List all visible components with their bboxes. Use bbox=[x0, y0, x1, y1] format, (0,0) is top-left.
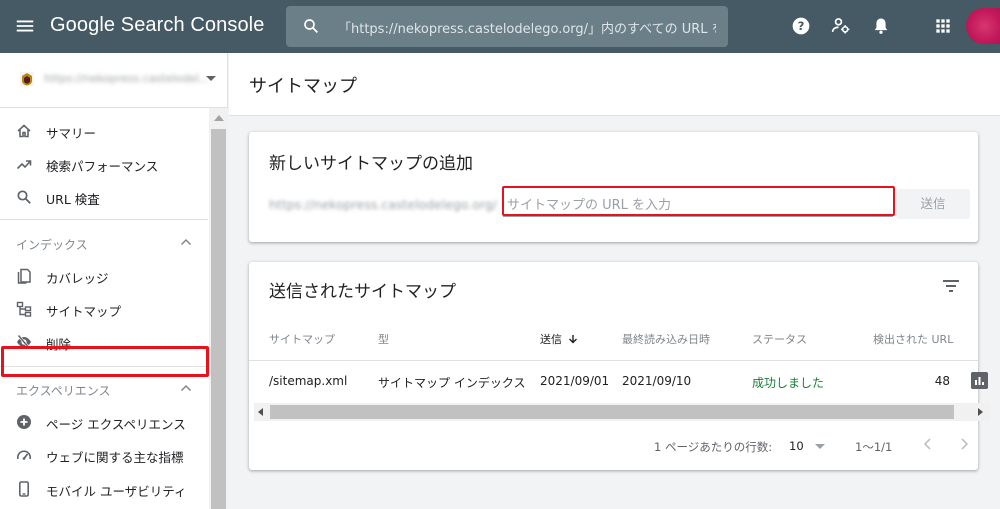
page-title: サイトマップ bbox=[249, 76, 357, 97]
home-icon bbox=[17, 124, 31, 138]
sidebar-item-label: カバレッジ bbox=[46, 271, 109, 286]
sidebar-item-mobile-usability[interactable]: モバイル ユーザビリティ bbox=[0, 473, 208, 505]
submitted-sitemaps-title: 送信されたサイトマップ bbox=[269, 282, 456, 302]
divider bbox=[0, 219, 208, 220]
submit-button[interactable]: 送信 bbox=[896, 189, 970, 219]
chevron-down-icon[interactable] bbox=[815, 444, 825, 449]
property-url: https://nekopress.castelodel... bbox=[44, 72, 210, 85]
scroll-up-arrow-icon[interactable] bbox=[214, 115, 224, 121]
apps-icon[interactable] bbox=[933, 16, 953, 36]
sidebar-item-label: サマリー bbox=[46, 126, 97, 141]
scroll-left-arrow-icon[interactable] bbox=[258, 408, 263, 416]
copy-icon bbox=[17, 268, 31, 284]
site-favicon-icon bbox=[20, 72, 34, 86]
search-icon[interactable] bbox=[302, 17, 320, 35]
sidebar-item-label: サイトマップ bbox=[46, 304, 122, 319]
page-header: サイトマップ bbox=[229, 53, 1000, 116]
user-settings-icon[interactable] bbox=[831, 16, 851, 36]
help-icon[interactable]: ? bbox=[791, 16, 811, 36]
sitemaps-highlight bbox=[1, 346, 209, 377]
sidebar-item-label: モバイル ユーザビリティ bbox=[46, 484, 187, 499]
sidebar-item-coverage[interactable]: カバレッジ bbox=[0, 260, 208, 292]
column-header-last-read[interactable]: 最終読み込み日時 bbox=[622, 331, 710, 347]
sitemap-url-input[interactable] bbox=[502, 186, 895, 216]
arrow-down-icon bbox=[569, 335, 577, 344]
property-selector[interactable]: https://nekopress.castelodel... bbox=[0, 53, 228, 108]
bar-chart-icon[interactable] bbox=[971, 372, 988, 389]
column-header-submitted[interactable]: 送信 bbox=[540, 331, 578, 347]
rows-per-page-select[interactable]: 10 bbox=[789, 439, 804, 453]
svg-text:?: ? bbox=[798, 19, 805, 33]
chevron-up-icon[interactable] bbox=[180, 238, 192, 246]
section-experience[interactable]: エクスペリエンス bbox=[0, 374, 208, 404]
sidebar-item-label: 検索パフォーマンス bbox=[46, 159, 159, 174]
search-input[interactable]: 「https://nekopress.castelodelego.org/」内の… bbox=[338, 18, 716, 37]
section-index[interactable]: インデックス bbox=[0, 228, 208, 258]
sidebar-item-core-web-vitals[interactable]: ウェブに関する主な指標 bbox=[0, 439, 208, 471]
plus-circle-icon bbox=[17, 415, 31, 429]
cell-submitted: 2021/09/01 bbox=[540, 374, 610, 388]
cell-last-read: 2021/09/10 bbox=[622, 374, 692, 388]
chevron-up-icon[interactable] bbox=[180, 384, 192, 392]
chevron-left-icon[interactable] bbox=[922, 437, 934, 451]
sitemap-icon bbox=[16, 301, 32, 317]
menu-icon[interactable] bbox=[14, 15, 36, 37]
sidebar-item-sitemaps[interactable]: サイトマップ bbox=[0, 293, 208, 325]
horizontal-scrollbar[interactable] bbox=[254, 403, 990, 421]
cell-type: サイトマップ インデックス bbox=[378, 376, 526, 390]
trending-icon bbox=[16, 160, 32, 170]
gauge-icon bbox=[17, 450, 31, 460]
avatar[interactable] bbox=[966, 8, 1000, 44]
divider bbox=[249, 360, 978, 361]
sidebar-item-summary[interactable]: サマリー bbox=[0, 115, 208, 147]
app-logo[interactable]: Google Search Console bbox=[50, 14, 264, 37]
filter-icon[interactable] bbox=[942, 279, 960, 293]
rows-per-page-label: 1 ページあたりの行数: bbox=[654, 440, 773, 454]
bell-icon[interactable] bbox=[871, 16, 891, 36]
column-header-sitemap[interactable]: サイトマップ bbox=[269, 331, 335, 347]
sidebar-item-page-experience[interactable]: ページ エクスペリエンス bbox=[0, 406, 208, 438]
phone-icon bbox=[18, 481, 29, 497]
section-label: インデックス bbox=[16, 238, 88, 252]
chevron-right-icon[interactable] bbox=[958, 437, 970, 451]
cell-discovered-urls: 48 bbox=[934, 374, 950, 388]
sidebar-scroll-thumb[interactable] bbox=[211, 129, 226, 509]
status-badge: 成功しました bbox=[752, 376, 825, 390]
section-label: エクスペリエンス bbox=[16, 384, 111, 398]
sidebar-item-label: URL 検査 bbox=[46, 192, 100, 207]
cell-sitemap[interactable]: /sitemap.xml bbox=[269, 374, 347, 388]
sidebar-item-label: ウェブに関する主な指標 bbox=[46, 450, 184, 465]
column-header-discovered-urls[interactable]: 検出された URL bbox=[873, 331, 953, 347]
horizontal-scroll-thumb[interactable] bbox=[270, 405, 954, 419]
search-bar[interactable]: 「https://nekopress.castelodelego.org/」内の… bbox=[286, 6, 728, 47]
column-header-label: 送信 bbox=[540, 333, 562, 346]
search-icon bbox=[17, 190, 31, 204]
input-underline bbox=[503, 216, 893, 217]
chevron-down-icon[interactable] bbox=[206, 76, 216, 81]
add-sitemap-card: 新しいサイトマップの追加 https://nekopress.castelode… bbox=[249, 132, 978, 242]
column-header-type[interactable]: 型 bbox=[378, 331, 389, 347]
scroll-right-arrow-icon[interactable] bbox=[978, 408, 983, 416]
submitted-sitemaps-card: 送信されたサイトマップ サイトマップ 型 送信 最終読み込み日時 ステータス 検… bbox=[249, 262, 990, 470]
sidebar-item-performance[interactable]: 検索パフォーマンス bbox=[0, 148, 208, 180]
sidebar: https://nekopress.castelodel... サマリー 検索パ… bbox=[0, 53, 228, 509]
sidebar-item-url-inspection[interactable]: URL 検査 bbox=[0, 181, 208, 213]
site-url-prefix: https://nekopress.castelodelego.org/ bbox=[269, 197, 497, 212]
top-bar: Google Search Console 「https://nekopress… bbox=[0, 0, 1000, 53]
pagination-range: 1〜1/1 bbox=[855, 440, 893, 454]
add-sitemap-title: 新しいサイトマップの追加 bbox=[269, 154, 473, 174]
column-header-status[interactable]: ステータス bbox=[752, 331, 807, 347]
sidebar-item-label: ページ エクスペリエンス bbox=[46, 417, 186, 432]
